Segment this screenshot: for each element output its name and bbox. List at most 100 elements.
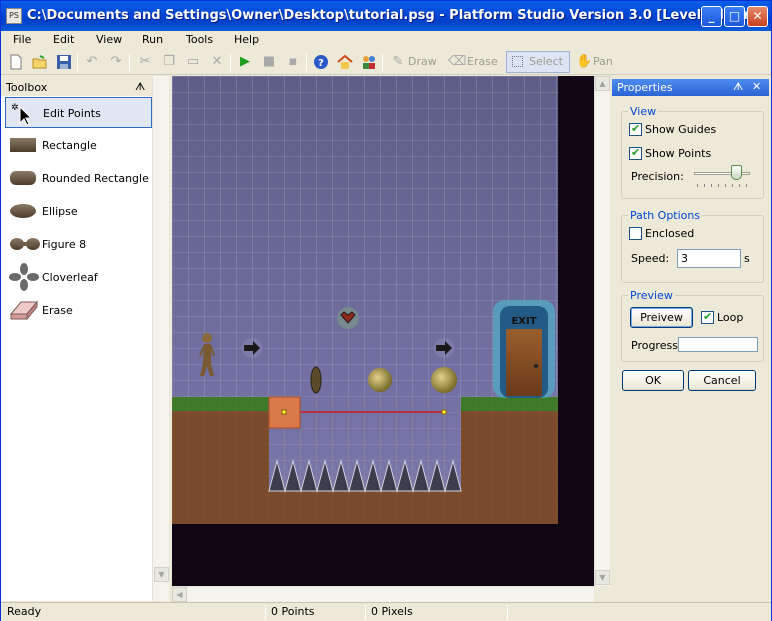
erase-button[interactable]: Erase — [467, 55, 498, 68]
show-guides-checkbox[interactable] — [629, 122, 642, 136]
coin-edge[interactable] — [310, 366, 322, 394]
menu-help[interactable]: Help — [234, 33, 259, 46]
erase-icon: ⌫ — [448, 54, 467, 69]
enclosed-checkbox[interactable] — [629, 227, 642, 240]
rectangle-shape-icon — [10, 138, 36, 152]
players-icon[interactable] — [361, 54, 377, 70]
scroll-left-arrow[interactable]: ◀ — [172, 587, 187, 602]
tool-cloverleaf[interactable]: Cloverleaf — [5, 262, 152, 293]
home-icon[interactable] — [337, 54, 353, 70]
show-guides-label: Show Guides — [645, 123, 717, 136]
tool-rectangle[interactable]: Rectangle — [5, 130, 152, 161]
show-points-label: Show Points — [645, 147, 712, 160]
show-points-checkbox[interactable] — [629, 146, 642, 160]
pin-icon[interactable]: ᗑ — [135, 80, 145, 94]
properties-header: Properties ᗑ ✕ — [612, 79, 769, 96]
loop-checkbox[interactable] — [701, 310, 714, 324]
tool-label: Rectangle — [42, 139, 97, 152]
level-scene[interactable]: EXIT — [172, 76, 594, 586]
scroll-down-arrow[interactable]: ▼ — [154, 567, 169, 582]
precision-slider[interactable] — [694, 165, 752, 189]
view-group: View Show Guides Show Points Precision: — [621, 105, 764, 199]
help-icon[interactable]: ? — [313, 54, 329, 70]
eraser-icon — [9, 300, 39, 321]
cancel-button[interactable]: Cancel — [688, 370, 756, 391]
toolbar-separator — [77, 54, 78, 71]
cut-icon[interactable]: ✂ — [137, 54, 153, 70]
group-title: View — [628, 105, 659, 118]
tool-ellipse[interactable]: Ellipse — [5, 196, 152, 227]
paste-icon[interactable]: ▭ — [185, 54, 201, 70]
tool-figure-8[interactable]: Figure 8 — [5, 229, 152, 260]
menu-tools[interactable]: Tools — [186, 33, 213, 46]
redo-icon[interactable]: ↷ — [108, 54, 124, 70]
slider-thumb[interactable] — [731, 165, 742, 180]
toolbox-panel: ✲ Edit Points Rectangle Rounded Rectangl… — [1, 76, 169, 601]
menu-file[interactable]: File — [13, 33, 31, 46]
toolbar: ↶ ↷ ✂ ❐ ▭ ✕ ▶ ■ ▪ ? ✎ Draw ⌫ Erase Selec… — [1, 50, 771, 75]
pin-icon[interactable]: ᗑ — [733, 80, 743, 94]
tool-label: Erase — [42, 304, 73, 317]
select-button[interactable]: Select — [506, 51, 570, 73]
scroll-up-arrow[interactable]: ▲ — [595, 76, 610, 91]
coin[interactable] — [368, 368, 392, 392]
preview-button[interactable]: Preivew — [630, 307, 693, 328]
draw-button[interactable]: Draw — [408, 55, 437, 68]
level-canvas[interactable]: EXIT — [172, 76, 594, 586]
canvas-hscrollbar[interactable]: ◀ — [172, 586, 594, 602]
tool-label: Ellipse — [42, 205, 78, 218]
tool-edit-points[interactable]: ✲ Edit Points — [5, 97, 152, 128]
speed-unit: s — [744, 252, 750, 265]
pause-icon[interactable]: ▪ — [285, 54, 301, 70]
coin[interactable] — [431, 367, 457, 393]
arrow-marker — [434, 338, 454, 358]
maximize-button[interactable]: □ — [724, 6, 745, 27]
undo-icon[interactable]: ↶ — [84, 54, 100, 70]
precision-label: Precision: — [631, 170, 684, 183]
save-icon[interactable] — [56, 54, 72, 70]
menu-view[interactable]: View — [96, 33, 122, 46]
group-title: Path Options — [628, 209, 703, 222]
copy-icon[interactable]: ❐ — [161, 54, 177, 70]
rounded-rectangle-shape-icon — [10, 171, 36, 185]
close-button[interactable]: ✕ — [747, 6, 768, 27]
toolbox-scrollbar[interactable]: ▼ — [152, 76, 169, 601]
minimize-button[interactable]: _ — [701, 6, 722, 27]
tool-rounded-rectangle[interactable]: Rounded Rectangle — [5, 163, 152, 194]
tool-label: Rounded Rectangle — [42, 172, 149, 185]
heart-gem[interactable] — [337, 307, 359, 329]
speed-label: Speed: — [631, 252, 670, 265]
new-file-icon[interactable] — [8, 54, 24, 70]
tool-erase[interactable]: Erase — [5, 295, 152, 326]
progress-bar — [678, 337, 758, 352]
window-title: C:\Documents and Settings\Owner\Desktop\… — [27, 8, 756, 23]
title-bar[interactable]: PS C:\Documents and Settings\Owner\Deskt… — [1, 1, 771, 31]
group-title: Preview — [628, 289, 675, 302]
ellipse-shape-icon — [10, 204, 36, 218]
menu-edit[interactable]: Edit — [53, 33, 74, 46]
figure-8-shape-icon — [10, 238, 40, 250]
pan-hand-icon: ✋ — [576, 54, 593, 69]
enclosed-label: Enclosed — [645, 227, 695, 240]
toolbar-separator — [382, 54, 383, 71]
speed-input[interactable]: 3 — [677, 249, 741, 268]
canvas-vscrollbar[interactable]: ▲ ▼ — [594, 76, 610, 586]
cloverleaf-shape-icon — [9, 263, 39, 291]
menu-run[interactable]: Run — [142, 33, 163, 46]
exit-door[interactable]: EXIT — [493, 300, 555, 398]
path-point[interactable] — [441, 409, 447, 415]
open-folder-icon[interactable] — [32, 54, 48, 70]
ok-button[interactable]: OK — [622, 370, 684, 391]
path-point[interactable] — [281, 409, 287, 415]
status-divider — [365, 605, 366, 620]
toolbar-separator — [230, 54, 231, 71]
app-icon[interactable]: PS — [6, 8, 22, 24]
pan-button[interactable]: Pan — [593, 55, 613, 68]
play-icon[interactable]: ▶ — [237, 54, 253, 70]
close-panel-icon[interactable]: ✕ — [752, 80, 761, 93]
delete-icon[interactable]: ✕ — [209, 54, 225, 70]
scroll-down-arrow[interactable]: ▼ — [595, 570, 610, 585]
svg-text:✲: ✲ — [11, 103, 19, 113]
toolbar-separator — [129, 54, 130, 71]
stop-icon[interactable]: ■ — [261, 54, 277, 70]
